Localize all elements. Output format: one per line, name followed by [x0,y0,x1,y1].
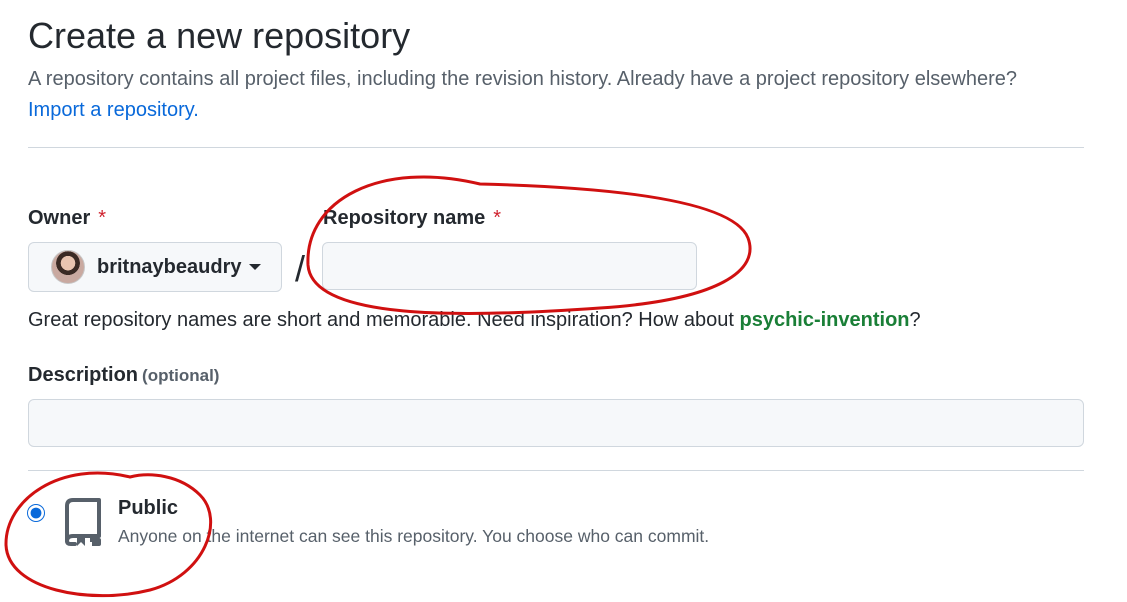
user-avatar [51,250,85,284]
owner-label: Owner * [28,207,106,230]
owner-label-text: Owner [28,207,91,229]
owner-name: britnaybeaudry [97,255,242,278]
hint-text: Great repository names are short and mem… [28,309,740,331]
repository-name-label-text: Repository name [323,207,486,229]
import-repository-link[interactable]: Import a repository. [28,99,199,121]
section-divider [28,147,1084,148]
required-mark: * [493,207,502,229]
repo-icon [65,498,101,546]
name-suggestion[interactable]: psychic-invention [739,309,909,331]
repository-name-input[interactable] [322,242,697,290]
public-option-label: Public [118,497,179,519]
caret-down-icon [249,264,262,270]
page-title: Create a new repository [28,15,411,56]
repository-name-label: Repository name * [323,207,501,230]
optional-note: (optional) [142,366,220,385]
subtitle-text: A repository contains all project files,… [28,68,1018,90]
description-label: Description (optional) [28,364,219,387]
public-option-description: Anyone on the internet can see this repo… [118,526,710,546]
description-input[interactable] [28,399,1084,447]
public-radio[interactable] [27,504,45,522]
hint-suffix: ? [909,309,921,331]
owner-dropdown[interactable]: britnaybeaudry [28,242,282,292]
owner-repo-separator: / [295,248,306,289]
required-mark: * [98,207,107,229]
repository-name-hint: Great repository names are short and mem… [28,309,921,332]
description-label-text: Description [28,364,139,386]
section-divider [28,470,1084,471]
page-subtitle: A repository contains all project files,… [28,64,1088,126]
